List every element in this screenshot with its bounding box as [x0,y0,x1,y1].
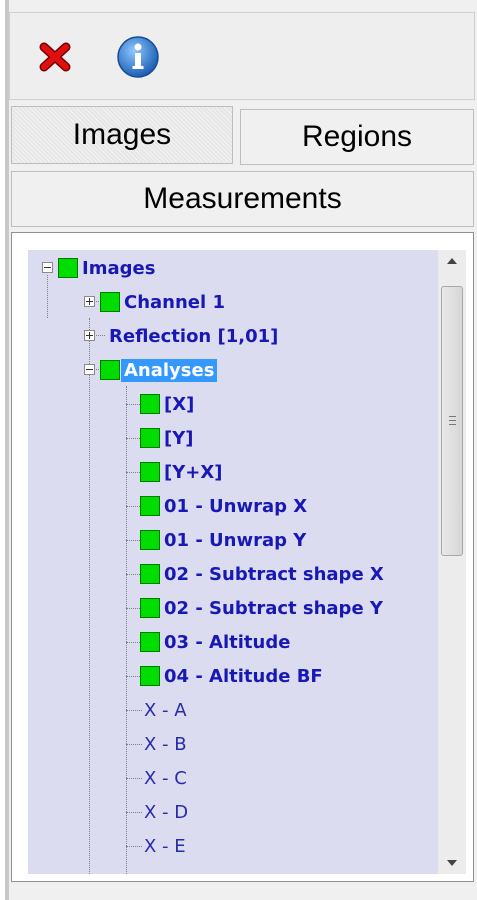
tree-node-analysis-item[interactable]: X - A [141,693,190,727]
tree-node-analysis-item[interactable]: [Y+X] [140,455,225,489]
status-indicator [140,564,160,584]
tree-node-analysis-item[interactable]: X - C [141,761,190,795]
tree-connector [126,778,142,779]
tree-connector [126,812,142,813]
tree-node-analysis-item[interactable]: X - E [141,829,189,863]
tree-node-analysis-item[interactable]: X - B [141,727,190,761]
tree-node-label[interactable]: 03 - Altitude [161,631,293,654]
status-indicator [140,394,160,414]
tree-node-reflection[interactable]: Reflection [1,01] [106,319,281,353]
scroll-grip-icon [449,416,456,417]
tree-node-label[interactable]: X - D [141,801,191,824]
tree-node-analysis-item[interactable]: [Y] [140,421,197,455]
status-indicator [58,258,78,278]
chevron-up-icon [447,258,457,264]
panel-border [5,0,9,900]
status-indicator [140,530,160,550]
status-indicator [100,292,120,312]
toolbar [9,12,475,100]
tree-connector [47,275,48,318]
tree-node-analysis-item[interactable]: 02 - Subtract shape X [140,557,387,591]
delete-button[interactable] [34,35,78,79]
tree-connector [126,846,142,847]
expand-channel-toggle[interactable] [84,296,95,307]
scroll-up-arrow[interactable] [438,250,466,272]
tree-node-label[interactable]: 02 - Subtract shape Y [161,597,386,620]
tree-connector [126,710,142,711]
tree-node-analysis-item[interactable]: 01 - Unwrap X [140,489,310,523]
tree-node-analysis-item[interactable]: X - D [141,795,191,829]
status-indicator [140,666,160,686]
status-indicator [140,462,160,482]
status-indicator [140,496,160,516]
tab-regions[interactable]: Regions [240,109,474,165]
red-x-icon [39,42,71,72]
collapse-analyses-toggle[interactable] [84,364,95,375]
scroll-grip-icon [449,420,456,421]
status-indicator [140,632,160,652]
tree-node-images[interactable]: Images [58,251,158,285]
scroll-grip-icon [449,424,456,425]
tree-node-label[interactable]: 04 - Altitude BF [161,665,326,688]
tree-node-label[interactable]: 02 - Subtract shape X [161,563,387,586]
tree-node-label[interactable]: [Y+X] [161,461,225,484]
tree-connector [126,744,142,745]
tree-connector [126,386,127,874]
status-indicator [100,360,120,380]
tree-node-label[interactable]: [Y] [161,427,197,450]
tree-node-analysis-item[interactable]: 02 - Subtract shape Y [140,591,386,625]
tree-node-label[interactable]: X - B [141,733,190,756]
tree-node-analysis-item[interactable]: 03 - Altitude [140,625,293,659]
tree-node-analysis-item[interactable]: 01 - Unwrap Y [140,523,309,557]
tree-node-analysis-item[interactable]: [X] [140,387,197,421]
tree-node-label[interactable]: 01 - Unwrap Y [161,529,309,552]
scroll-down-arrow[interactable] [438,852,466,874]
tree-node-label[interactable]: X - E [141,835,189,858]
tree-view[interactable]: Images Channel 1 Reflection [1,01] Analy… [28,250,438,874]
tree-node-label[interactable]: [X] [161,393,197,416]
tab-measurements[interactable]: Measurements [11,171,474,227]
chevron-down-icon [447,860,457,866]
tree-node-analysis-item[interactable]: 04 - Altitude BF [140,659,326,693]
status-indicator [140,428,160,448]
scrollbar-thumb[interactable] [441,286,463,556]
tree-node-label[interactable]: X - C [141,767,190,790]
info-icon [117,36,159,78]
info-button[interactable] [116,35,160,79]
expand-reflection-toggle[interactable] [84,330,95,341]
tab-images[interactable]: Images [11,106,233,164]
tree-node-label[interactable]: 01 - Unwrap X [161,495,310,518]
tree-node-analyses[interactable]: Analyses [100,353,218,387]
collapse-images-toggle[interactable] [42,262,53,273]
vertical-scrollbar[interactable] [438,250,466,874]
tree-node-label[interactable]: X - A [141,699,190,722]
status-indicator [140,598,160,618]
tree-node-channel[interactable]: Channel 1 [100,285,228,319]
tree-connector [89,318,90,874]
